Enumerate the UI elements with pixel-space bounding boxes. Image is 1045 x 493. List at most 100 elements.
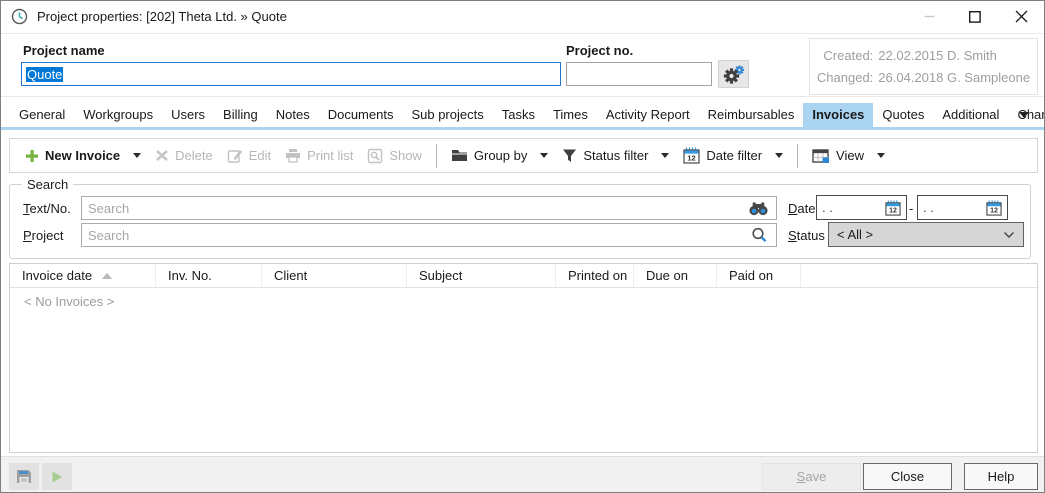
- status-filter-label: Status filter: [583, 148, 648, 163]
- date-to-field[interactable]: . . 12: [917, 195, 1008, 220]
- window-title: Project properties: [202] Theta Ltd. » Q…: [37, 9, 287, 24]
- new-invoice-dropdown-caret[interactable]: [133, 153, 141, 158]
- calendar-icon[interactable]: 12: [986, 200, 1002, 216]
- folder-icon: [451, 149, 468, 162]
- delete-label: Delete: [175, 148, 213, 163]
- date-to-value: . .: [923, 200, 934, 215]
- column-header-paid-on[interactable]: Paid on: [717, 264, 801, 287]
- close-dialog-button[interactable]: Close: [863, 463, 952, 490]
- toolbar-separator: [436, 144, 437, 168]
- column-header-client[interactable]: Client: [262, 264, 407, 287]
- chevron-down-icon: [1003, 231, 1015, 239]
- view-button[interactable]: View: [805, 143, 892, 169]
- changed-label: Changed:: [817, 70, 873, 85]
- date-filter-label: Date filter: [706, 148, 762, 163]
- project-no-label: Project no.: [566, 43, 633, 58]
- column-header-inv-no[interactable]: Inv. No.: [156, 264, 262, 287]
- tab-invoices[interactable]: Invoices: [803, 103, 873, 127]
- invoice-toolbar: New Invoice Delete Edit Print list Sh: [9, 138, 1038, 173]
- column-header-filler: [801, 264, 1037, 287]
- delete-x-icon: [155, 149, 169, 162]
- audit-info-box: Created: 22.02.2015 D. Smith Changed: 26…: [809, 38, 1038, 95]
- new-invoice-label: New Invoice: [45, 148, 120, 163]
- close-button[interactable]: [998, 1, 1044, 32]
- status-filter-button[interactable]: Status filter: [555, 143, 676, 169]
- status-filter-dropdown-caret[interactable]: [661, 153, 669, 158]
- tab-tasks[interactable]: Tasks: [493, 103, 544, 127]
- binoculars-icon[interactable]: [748, 201, 769, 216]
- group-by-label: Group by: [474, 148, 527, 163]
- header-top-divider: [1, 33, 1044, 34]
- magnifier-icon[interactable]: [751, 227, 768, 244]
- edit-button: Edit: [220, 143, 278, 169]
- view-dropdown-caret[interactable]: [877, 153, 885, 158]
- tab-additional[interactable]: Additional: [933, 103, 1008, 127]
- delete-button: Delete: [148, 143, 220, 169]
- new-invoice-button[interactable]: New Invoice: [18, 143, 148, 169]
- date-from-value: . .: [822, 200, 833, 215]
- tab-documents[interactable]: Documents: [319, 103, 403, 127]
- print-list-label: Print list: [307, 148, 353, 163]
- tab-workgroups[interactable]: Workgroups: [74, 103, 162, 127]
- group-by-dropdown-caret[interactable]: [540, 153, 548, 158]
- printer-icon: [285, 148, 301, 163]
- date-label: Date: [788, 201, 815, 216]
- tab-underline: [1, 127, 1044, 130]
- search-legend: Search: [22, 177, 73, 192]
- run-button: [42, 463, 72, 490]
- tab-notes[interactable]: Notes: [267, 103, 319, 127]
- tab-times[interactable]: Times: [544, 103, 597, 127]
- calendar-icon[interactable]: 12: [885, 200, 901, 216]
- column-header-due-on[interactable]: Due on: [634, 264, 717, 287]
- edit-label: Edit: [249, 148, 271, 163]
- date-filter-button[interactable]: 12 Date filter: [676, 143, 790, 169]
- footer-bar: Save Close Help: [1, 456, 1044, 492]
- gears-icon: [722, 64, 745, 85]
- app-clock-icon: [11, 8, 28, 25]
- created-value: 22.02.2015 D. Smith: [878, 48, 1030, 63]
- project-properties-window: Project properties: [202] Theta Ltd. » Q…: [0, 0, 1045, 493]
- column-header-printed-on[interactable]: Printed on: [556, 264, 634, 287]
- group-by-button[interactable]: Group by: [444, 143, 555, 169]
- show-label: Show: [389, 148, 422, 163]
- project-no-input[interactable]: [566, 62, 712, 86]
- funnel-icon: [562, 148, 577, 163]
- column-header-subject[interactable]: Subject: [407, 264, 556, 287]
- project-name-input[interactable]: Quote: [21, 62, 561, 86]
- tab-sub-projects[interactable]: Sub projects: [402, 103, 492, 127]
- quick-save-button: [9, 463, 39, 490]
- status-label: Status: [788, 228, 825, 243]
- project-no-settings-button[interactable]: [718, 60, 749, 88]
- tab-users[interactable]: Users: [162, 103, 214, 127]
- show-button: Show: [360, 143, 429, 169]
- invoice-table-header: Invoice date Inv. No. Client Subject Pri…: [10, 264, 1037, 288]
- title-bar[interactable]: Project properties: [202] Theta Ltd. » Q…: [1, 1, 1044, 32]
- tab-billing[interactable]: Billing: [214, 103, 267, 127]
- date-from-field[interactable]: . . 12: [816, 195, 907, 220]
- date-filter-dropdown-caret[interactable]: [775, 153, 783, 158]
- text-no-label: Text/No.: [23, 201, 71, 216]
- svg-text:12: 12: [889, 207, 897, 214]
- status-dropdown[interactable]: < All >: [828, 222, 1024, 247]
- plus-icon: [25, 149, 39, 163]
- tab-quotes[interactable]: Quotes: [873, 103, 933, 127]
- svg-text:12: 12: [990, 207, 998, 214]
- maximize-button[interactable]: [952, 1, 998, 32]
- tab-activity-report[interactable]: Activity Report: [597, 103, 699, 127]
- tab-reimbursables[interactable]: Reimbursables: [699, 103, 804, 127]
- edit-icon: [227, 148, 243, 164]
- tab-general[interactable]: General: [10, 103, 74, 127]
- preview-icon: [367, 148, 383, 164]
- text-no-search-input[interactable]: [81, 196, 777, 220]
- minimize-button: [906, 1, 952, 32]
- column-header-invoice-date[interactable]: Invoice date: [10, 264, 156, 287]
- sort-ascending-icon: [102, 273, 112, 279]
- tab-bar: General Workgroups Users Billing Notes D…: [10, 103, 1045, 127]
- play-icon: [50, 470, 64, 484]
- project-search-input[interactable]: [81, 223, 777, 247]
- tab-overflow-chevron[interactable]: [1019, 112, 1029, 118]
- toolbar-separator: [797, 144, 798, 168]
- invoice-table: Invoice date Inv. No. Client Subject Pri…: [9, 263, 1038, 453]
- created-label: Created:: [817, 48, 873, 63]
- help-button[interactable]: Help: [964, 463, 1038, 490]
